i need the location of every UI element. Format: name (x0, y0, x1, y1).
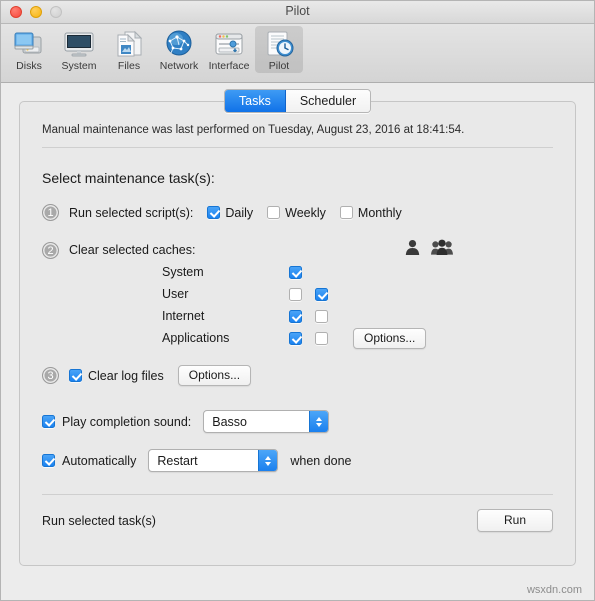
step-1-row: 1 Run selected script(s): Daily Weekly M… (42, 204, 553, 221)
toolbar-item-pilot[interactable]: Pilot (255, 26, 303, 73)
applications-options-button[interactable]: Options... (353, 327, 427, 349)
pilot-window: Pilot Disks System Files Network Interfa… (0, 0, 595, 601)
automatically-checkbox[interactable] (42, 454, 55, 467)
log-files-options-button[interactable]: Options... (177, 365, 252, 386)
cache-applications-all-checkbox[interactable] (315, 331, 328, 345)
cache-user-all-col (315, 287, 341, 301)
step-2-row: 2 Clear selected caches: (42, 239, 553, 261)
automatic-action-row: Automatically Restart when done (42, 449, 553, 472)
step-1-badge: 1 (42, 204, 59, 221)
cache-column-icons (405, 239, 553, 261)
step-3-badge: 3 (42, 367, 59, 384)
automatic-action-value: Restart (157, 453, 198, 468)
toolbar-label-files: Files (117, 60, 141, 72)
cache-internet-all-col (315, 309, 341, 323)
toolbar-label-system: System (61, 60, 97, 72)
cache-applications-user-col (289, 331, 315, 345)
chevron-updown-icon[interactable] (258, 450, 278, 471)
cache-system-user-checkbox[interactable] (289, 265, 302, 279)
cache-user-user-col (289, 287, 315, 301)
toolbar-item-files[interactable]: Files (105, 26, 153, 73)
step-2-badge: 2 (42, 241, 59, 259)
cache-user-user-checkbox[interactable] (289, 287, 302, 301)
table-row: System (42, 261, 553, 283)
window-title: Pilot (285, 4, 310, 18)
play-completion-sound-checkbox[interactable] (42, 415, 55, 428)
table-row: Internet (42, 305, 553, 327)
content-area: Tasks Scheduler Manual maintenance was l… (1, 83, 594, 600)
cache-rows: System User Internet Applications Option… (42, 261, 553, 349)
footer-strip (1, 572, 594, 600)
step-3-row: 3 Clear log files Options... (42, 365, 553, 386)
system-icon (62, 28, 96, 60)
automatic-action-popup[interactable]: Restart (148, 449, 279, 472)
cache-applications-all-col (315, 331, 341, 345)
last-maintenance-notice: Manual maintenance was last performed on… (42, 124, 465, 136)
single-user-icon (405, 239, 420, 261)
step-2-label: Clear selected caches: (69, 243, 196, 257)
page-title: Select maintenance task(s): (42, 170, 215, 186)
completion-sound-popup[interactable]: Basso (203, 410, 330, 433)
play-completion-sound-label: Play completion sound: (62, 414, 192, 429)
cache-name-internet: Internet (162, 309, 205, 323)
tasks-panel: Manual maintenance was last performed on… (19, 101, 576, 566)
table-row: Applications Options... (42, 327, 553, 349)
clear-log-files-label: Clear log files (88, 368, 164, 383)
cache-name-user: User (162, 287, 189, 301)
run-button[interactable]: Run (476, 509, 553, 532)
interface-icon (212, 28, 246, 60)
toolbar-label-interface: Interface (208, 60, 250, 72)
divider-top (42, 147, 553, 148)
chevron-updown-icon[interactable] (309, 411, 329, 432)
toolbar-item-network[interactable]: Network (155, 26, 203, 73)
toolbar-label-pilot: Pilot (268, 60, 290, 72)
all-users-icon (431, 239, 453, 261)
watermark: wsxdn.com (526, 584, 582, 596)
disks-icon (12, 28, 46, 60)
pilot-icon (262, 28, 296, 60)
files-icon (112, 28, 146, 60)
completion-sound-row: Play completion sound: Basso (42, 410, 553, 433)
cache-internet-user-col (289, 309, 315, 323)
cache-applications-user-checkbox[interactable] (289, 331, 302, 345)
titlebar: Pilot (1, 1, 594, 24)
daily-checkbox-group[interactable]: Daily (207, 206, 253, 220)
cache-internet-user-checkbox[interactable] (289, 309, 302, 323)
segmented-control: Tasks Scheduler (223, 89, 372, 113)
tab-tasks[interactable]: Tasks (224, 90, 286, 112)
daily-checkbox[interactable] (207, 206, 221, 219)
automatically-label: Automatically (62, 453, 137, 468)
toolbar: Disks System Files Network Interface Pil… (1, 24, 594, 83)
cache-system-user-col (289, 265, 315, 279)
clear-log-files-checkbox[interactable] (69, 369, 82, 382)
weekly-checkbox[interactable] (267, 206, 281, 219)
cache-name-applications: Applications (162, 331, 230, 345)
toolbar-item-disks[interactable]: Disks (5, 26, 53, 73)
clear-log-files-group[interactable]: Clear log files (69, 369, 164, 383)
toolbar-label-network: Network (159, 60, 199, 72)
network-icon (162, 28, 196, 60)
cache-internet-all-checkbox[interactable] (315, 309, 328, 323)
weekly-label: Weekly (285, 205, 326, 220)
when-done-label: when done (290, 453, 352, 468)
toolbar-item-interface[interactable]: Interface (205, 26, 253, 73)
weekly-checkbox-group[interactable]: Weekly (267, 206, 326, 220)
divider-bottom (42, 494, 553, 495)
cache-name-system: System (162, 265, 204, 279)
monthly-label: Monthly (357, 205, 402, 220)
toolbar-label-disks: Disks (16, 60, 42, 72)
tab-scheduler[interactable]: Scheduler (285, 90, 371, 112)
cache-user-all-checkbox[interactable] (315, 287, 328, 301)
monthly-checkbox-group[interactable]: Monthly (339, 205, 402, 220)
step-1-label: Run selected script(s): (69, 205, 194, 220)
monthly-checkbox[interactable] (339, 206, 353, 219)
tab-bar: Tasks Scheduler (1, 89, 594, 113)
run-row: Run selected task(s) Run (42, 509, 553, 532)
completion-sound-value: Basso (212, 414, 247, 429)
run-selected-tasks-label: Run selected task(s) (42, 513, 156, 528)
table-row: User (42, 283, 553, 305)
toolbar-item-system[interactable]: System (55, 26, 103, 73)
daily-label: Daily (225, 205, 254, 220)
